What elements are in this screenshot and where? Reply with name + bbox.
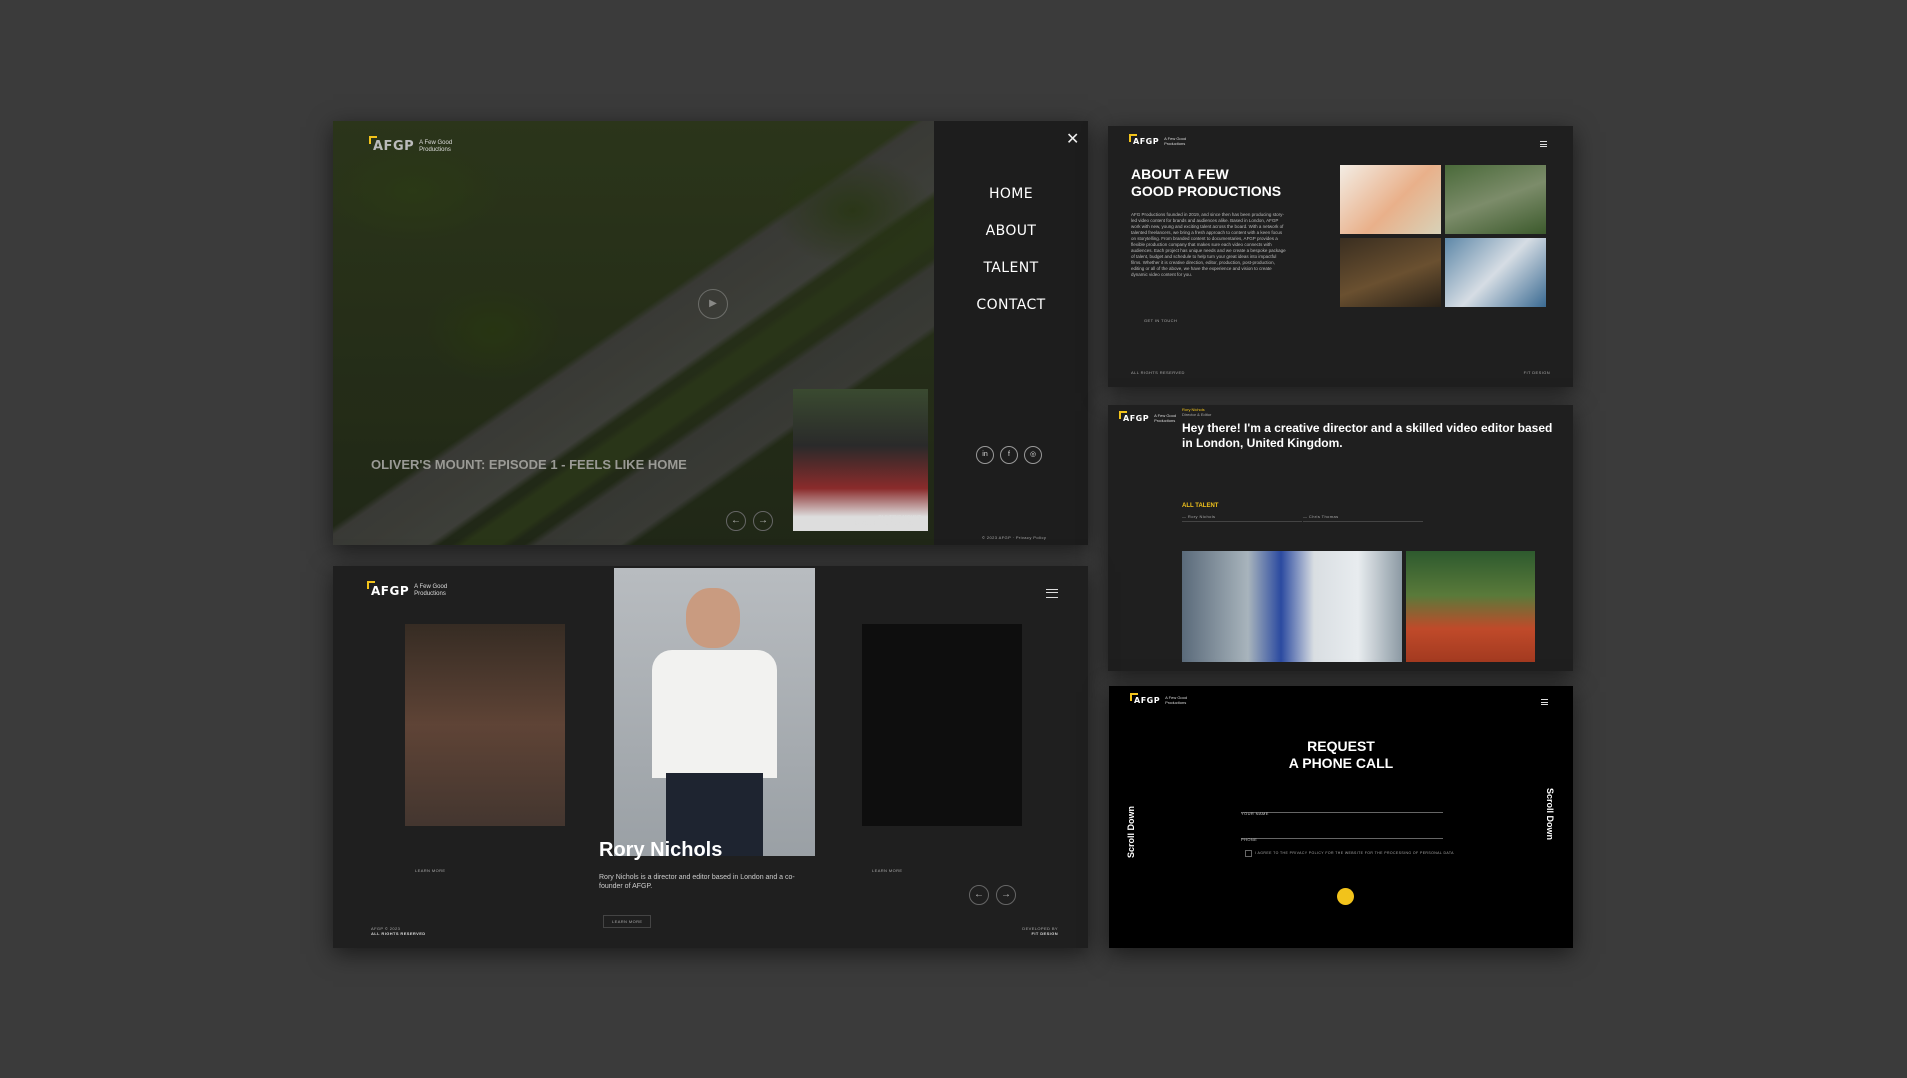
phone-field[interactable]: PHONE xyxy=(1241,828,1443,842)
about-heading: ABOUT A FEW GOOD PRODUCTIONS xyxy=(1131,166,1282,199)
learn-more-button[interactable]: LEARN MORE xyxy=(603,915,652,928)
right-learn-more[interactable]: LEARN MORE xyxy=(872,868,902,873)
about-image-4 xyxy=(1445,238,1546,307)
consent-text: I AGREE TO THE PRIVACY POLICY FOR THE WE… xyxy=(1255,851,1454,855)
form-heading: REQUEST A PHONE CALL xyxy=(1288,738,1394,771)
talent-link-rory[interactable]: — Rory Nichols xyxy=(1182,514,1302,522)
talent-intro-text: Hey there! I'm a creative director and a… xyxy=(1182,421,1553,450)
nav-home[interactable]: HOME xyxy=(934,186,1088,202)
logo-subtitle: A Few Good Productions xyxy=(1154,413,1177,423)
logo-mark: AFGP xyxy=(1118,410,1150,423)
nav-talent[interactable]: TALENT xyxy=(934,260,1088,276)
talent-name: Rory Nichols xyxy=(599,839,723,861)
logo-subtitle: A Few Good Productions xyxy=(1165,695,1188,705)
menu-footer[interactable]: © 2023 AFGP · Privacy Policy xyxy=(982,535,1046,540)
footer-left: ALL RIGHTS RESERVED xyxy=(1131,370,1185,375)
logo-mark: AFGP xyxy=(1128,133,1160,146)
logo[interactable]: AFGP A Few Good Productions xyxy=(1118,410,1177,423)
logo[interactable]: AFGP A Few Good Productions xyxy=(366,581,448,598)
logo-subtitle: A Few Good Productions xyxy=(419,139,453,153)
talent-description: Rory Nichols is a director and editor ba… xyxy=(599,874,795,890)
next-arrow-icon[interactable]: → xyxy=(753,511,773,531)
talent-intro-panel: AFGP A Few Good Productions Rory Nichols… xyxy=(1108,405,1573,671)
episode-title: OLIVER'S MOUNT: EPISODE 1 - FEELS LIKE H… xyxy=(371,457,687,472)
logo-mark: AFGP xyxy=(366,581,410,598)
menu-icon[interactable] xyxy=(1540,141,1547,147)
next-arrow-icon[interactable]: → xyxy=(996,885,1016,905)
about-body: AFG Productions founded in 2019, and sin… xyxy=(1131,212,1286,277)
talent-link-chris[interactable]: — Chris Thomas xyxy=(1303,514,1423,522)
hero-menu-panel: AFGP A Few Good Productions ▶ OLIVER'S M… xyxy=(333,121,1088,545)
about-image-3 xyxy=(1340,238,1441,307)
talent-card-right[interactable] xyxy=(862,624,1022,826)
get-in-touch-button[interactable]: GET IN TOUCH xyxy=(1144,318,1177,323)
logo-subtitle: A Few Good Productions xyxy=(1164,136,1187,146)
scroll-down-left[interactable]: Scroll Down xyxy=(1126,806,1136,858)
logo[interactable]: AFGP A Few Good Productions xyxy=(1128,133,1187,146)
consent-checkbox[interactable] xyxy=(1245,850,1252,857)
face-shape xyxy=(686,588,740,648)
nav-contact[interactable]: CONTACT xyxy=(934,297,1088,313)
instagram-icon[interactable]: ◎ xyxy=(1024,446,1042,464)
role-label: Rory Nichols Director & Editor xyxy=(1182,407,1212,417)
next-episode-thumbnail[interactable]: OLIVER'S MOUNT: EPISODE 2 - BOILING POIN… xyxy=(793,389,928,531)
name-field[interactable]: YOUR NAME xyxy=(1241,802,1443,816)
linkedin-icon[interactable]: in xyxy=(976,446,994,464)
about-panel: AFGP A Few Good Productions ABOUT A FEW … xyxy=(1108,126,1573,387)
logo[interactable]: AFGP A Few Good Productions xyxy=(368,136,453,154)
all-talent-link[interactable]: ALL TALENT xyxy=(1182,503,1218,509)
close-icon[interactable]: ✕ xyxy=(1066,129,1079,149)
logo[interactable]: AFGP A Few Good Productions xyxy=(1129,692,1188,705)
shirt-shape xyxy=(652,650,777,778)
prev-arrow-icon[interactable]: ← xyxy=(726,511,746,531)
footer-right: FIT DESIGN xyxy=(1523,370,1550,375)
logo-mark: AFGP xyxy=(1129,692,1161,705)
footer-right[interactable]: DEVELOPED BY FIT DESIGN xyxy=(1022,926,1058,936)
footer-left: AFGP © 2023 ALL RIGHTS RESERVED xyxy=(371,926,426,936)
talent-carousel-panel: AFGP A Few Good Productions LEARN MORE R… xyxy=(333,566,1088,948)
talent-image-portrait[interactable] xyxy=(1406,551,1535,662)
about-image-1 xyxy=(1340,165,1441,234)
play-icon[interactable]: ▶ xyxy=(698,289,728,319)
logo-subtitle: A Few Good Productions xyxy=(414,584,448,597)
prev-arrow-icon[interactable]: ← xyxy=(969,885,989,905)
thumbnail-caption: OLIVER'S MOUNT: EPISODE 2 - BOILING POIN… xyxy=(853,515,922,527)
contact-form-panel: AFGP A Few Good Productions REQUEST A PH… xyxy=(1109,686,1573,948)
scroll-down-right[interactable]: Scroll Down xyxy=(1545,788,1555,840)
talent-card-left[interactable] xyxy=(405,624,565,826)
nav-menu: HOME ABOUT TALENT CONTACT in f ◎ © 2023 … xyxy=(934,121,1088,545)
menu-icon[interactable] xyxy=(1541,699,1548,705)
menu-icon[interactable] xyxy=(1046,589,1058,598)
left-learn-more[interactable]: LEARN MORE xyxy=(415,868,445,873)
logo-mark: AFGP xyxy=(368,136,415,154)
nav-about[interactable]: ABOUT xyxy=(934,223,1088,239)
facebook-icon[interactable]: f xyxy=(1000,446,1018,464)
about-image-2 xyxy=(1445,165,1546,234)
talent-image-racing[interactable] xyxy=(1182,551,1402,662)
submit-button[interactable] xyxy=(1337,888,1354,905)
talent-photo-main xyxy=(614,568,815,856)
